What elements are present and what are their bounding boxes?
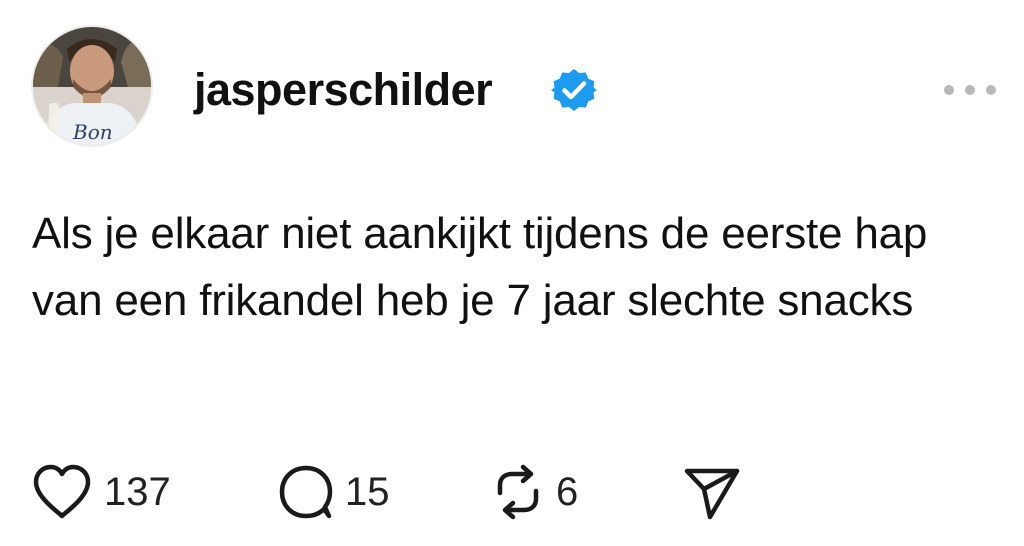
paper-plane-icon <box>684 468 740 520</box>
speech-bubble-icon <box>279 465 333 519</box>
repost-button[interactable]: 6 <box>490 460 578 524</box>
like-count: 137 <box>104 470 171 514</box>
more-horizontal-icon-dot <box>965 85 975 95</box>
reply-button[interactable]: 15 <box>277 460 390 524</box>
avatar-caption: Bon <box>72 120 113 144</box>
more-options-button[interactable] <box>944 76 996 104</box>
avatar-image: Bon <box>33 27 151 145</box>
more-horizontal-icon-dot <box>944 85 954 95</box>
post-card: Bon jasperschilder Als je elkaar niet aa… <box>0 0 1024 546</box>
heart-icon <box>33 464 91 519</box>
post-text: Als je elkaar niet aankijkt tijdens de e… <box>32 209 928 325</box>
post-actions: 137 15 6 <box>30 460 790 524</box>
share-button[interactable] <box>682 460 742 524</box>
avatar[interactable]: Bon <box>31 25 153 147</box>
reply-count: 15 <box>345 470 390 514</box>
repost-icon <box>497 464 539 520</box>
like-button[interactable]: 137 <box>30 460 171 524</box>
repost-count: 6 <box>556 470 579 514</box>
more-horizontal-icon-dot <box>986 85 996 95</box>
username[interactable]: jasperschilder <box>194 62 493 118</box>
verified-badge-icon <box>551 69 597 111</box>
